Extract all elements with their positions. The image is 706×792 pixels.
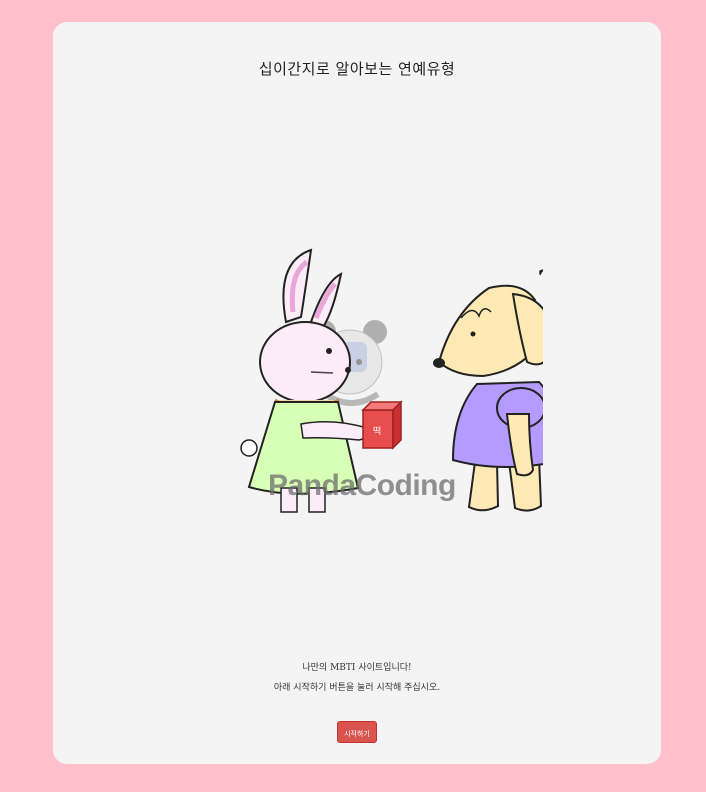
- start-button[interactable]: 시작하기: [337, 721, 377, 743]
- page-title: 십이간지로 알아보는 연예유형: [258, 60, 456, 78]
- gift-box: 떡: [361, 400, 403, 450]
- description-line-2: 아래 시작하기 버튼을 눌러 시작해 주십시오.: [273, 683, 441, 693]
- main-card: 십이간지로 알아보는 연예유형 떡 PandaCoding 나만의 MBTI 사…: [53, 22, 661, 764]
- gift-box-label: 떡: [373, 426, 381, 437]
- pandacoding-watermark-text: PandaCoding: [268, 469, 456, 502]
- question-mark: ?: [537, 263, 543, 303]
- description-line-1: 나만의 MBTI 사이트입니다!: [302, 663, 412, 673]
